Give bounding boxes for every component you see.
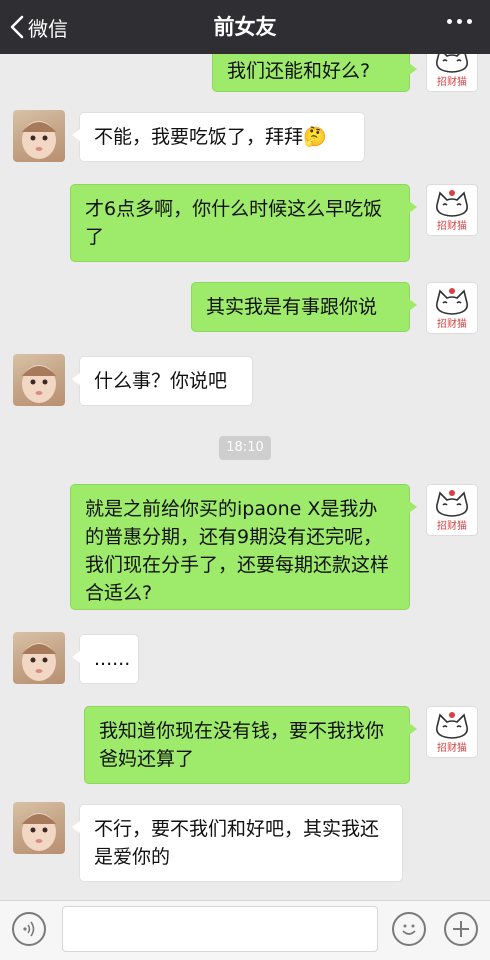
child-photo-icon	[22, 813, 56, 851]
message-input[interactable]	[62, 906, 378, 952]
avatar-label: 招财猫	[437, 75, 467, 88]
message-text: 才6点多啊，你什么时候这么早吃饭了	[85, 198, 383, 248]
message-text: ......	[94, 648, 131, 670]
lucky-cat-icon: 招财猫	[435, 190, 469, 232]
avatar-self[interactable]: 招财猫	[426, 706, 478, 758]
message-text: 不能，我要吃饭了，拜拜🤔	[94, 126, 327, 148]
avatar-self[interactable]: 招财猫	[426, 184, 478, 236]
lucky-cat-icon: 招财猫	[435, 490, 469, 532]
voice-icon	[23, 921, 35, 937]
avatar-label: 招财猫	[437, 519, 467, 532]
message-text: 我知道你现在没有钱，要不我找你爸妈还算了	[99, 720, 385, 770]
message-text: 其实我是有事跟你说	[206, 296, 378, 318]
child-photo-icon	[22, 121, 56, 159]
plus-icon	[453, 921, 469, 937]
avatar-contact[interactable]	[13, 110, 65, 162]
message-text: 就是之前给你买的ipaone X是我办的普惠分期，还有9期没有还完呢，我们现在分…	[85, 498, 390, 604]
child-photo-icon	[22, 643, 56, 681]
avatar-self[interactable]: 招财猫	[426, 282, 478, 334]
message-bubble-outgoing[interactable]: 才6点多啊，你什么时候这么早吃饭了	[70, 184, 417, 262]
message-text: 什么事？你说吧	[94, 370, 228, 392]
message-bubble-incoming[interactable]: 不能，我要吃饭了，拜拜🤔	[72, 112, 365, 162]
chat-title: 前女友	[213, 15, 277, 39]
timestamp: 18:10	[219, 436, 271, 460]
avatar-contact[interactable]	[13, 802, 65, 854]
message-bubble-incoming[interactable]: ......	[72, 634, 139, 684]
avatar-contact[interactable]	[13, 354, 65, 406]
title-bar: 微信 前女友	[0, 0, 490, 54]
message-bubble-outgoing[interactable]: 我知道你现在没有钱，要不我找你爸妈还算了	[84, 706, 417, 784]
avatar-label: 招财猫	[437, 317, 467, 330]
lucky-cat-icon: 招财猫	[435, 712, 469, 754]
message-bubble-outgoing[interactable]: 我们还能和好么?	[212, 54, 417, 92]
avatar-self[interactable]: 招财猫	[426, 54, 478, 92]
message-bubble-incoming[interactable]: 不行，要不我们和好吧，其实我还是爱你的	[72, 804, 403, 882]
lucky-cat-icon: 招财猫	[435, 54, 469, 88]
more-dots-icon[interactable]	[447, 19, 472, 24]
emoji-icon	[402, 924, 416, 935]
chat-area[interactable]: 我们还能和好么? 招财猫 不能，我要吃饭了，拜拜🤔 才6点多啊，你什么时候这么早…	[0, 54, 490, 900]
message-bubble-outgoing[interactable]: 就是之前给你买的ipaone X是我办的普惠分期，还有9期没有还完呢，我们现在分…	[70, 484, 417, 610]
message-bubble-incoming[interactable]: 什么事？你说吧	[72, 356, 253, 406]
avatar-contact[interactable]	[13, 632, 65, 684]
message-bubble-outgoing[interactable]: 其实我是有事跟你说	[191, 282, 417, 332]
avatar-label: 招财猫	[437, 219, 467, 232]
emoji-button[interactable]	[392, 912, 426, 946]
voice-button[interactable]	[12, 912, 46, 946]
plus-button[interactable]	[444, 912, 478, 946]
lucky-cat-icon: 招财猫	[435, 288, 469, 330]
child-photo-icon	[22, 365, 56, 403]
message-text: 不行，要不我们和好吧，其实我还是爱你的	[94, 818, 380, 868]
message-text: 我们还能和好么?	[227, 60, 371, 82]
avatar-label: 招财猫	[437, 741, 467, 754]
avatar-self[interactable]: 招财猫	[426, 484, 478, 536]
